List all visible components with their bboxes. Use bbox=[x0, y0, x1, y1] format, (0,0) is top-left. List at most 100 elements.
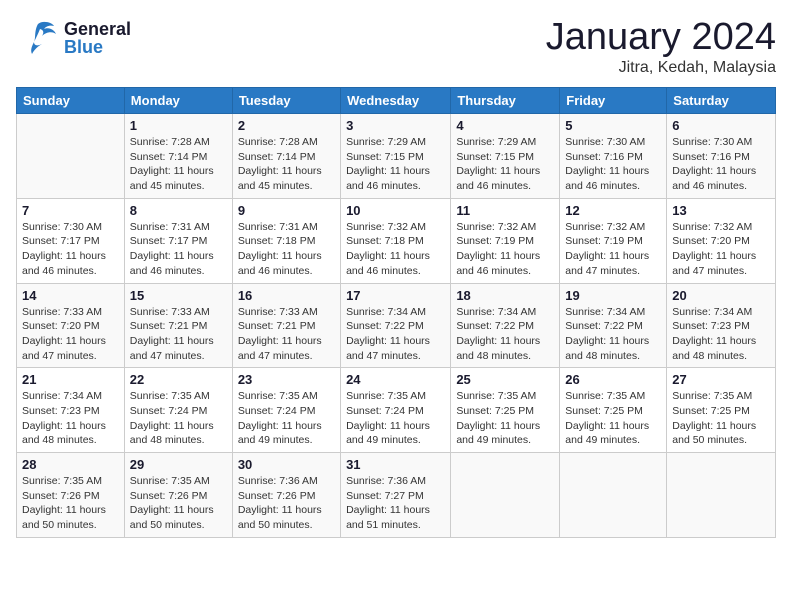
calendar-table: SundayMondayTuesdayWednesdayThursdayFrid… bbox=[16, 87, 776, 538]
day-number: 16 bbox=[238, 288, 335, 303]
day-number: 13 bbox=[672, 203, 770, 218]
day-header-monday: Monday bbox=[124, 88, 232, 114]
day-number: 26 bbox=[565, 372, 661, 387]
day-number: 24 bbox=[346, 372, 445, 387]
day-header-thursday: Thursday bbox=[451, 88, 560, 114]
day-info: Sunrise: 7:35 AM Sunset: 7:25 PM Dayligh… bbox=[456, 389, 554, 448]
calendar-cell: 28 Sunrise: 7:35 AM Sunset: 7:26 PM Dayli… bbox=[17, 453, 125, 538]
logo: General Blue bbox=[16, 16, 131, 60]
calendar-cell: 9 Sunrise: 7:31 AM Sunset: 7:18 PM Daylig… bbox=[232, 198, 340, 283]
calendar-cell: 8 Sunrise: 7:31 AM Sunset: 7:17 PM Daylig… bbox=[124, 198, 232, 283]
day-info: Sunrise: 7:32 AM Sunset: 7:20 PM Dayligh… bbox=[672, 220, 770, 279]
day-number: 2 bbox=[238, 118, 335, 133]
day-info: Sunrise: 7:31 AM Sunset: 7:18 PM Dayligh… bbox=[238, 220, 335, 279]
calendar-cell: 1Sunrise: 7:28 AM Sunset: 7:14 PM Daylig… bbox=[124, 114, 232, 199]
logo-text: General Blue bbox=[64, 20, 131, 56]
calendar-cell: 24 Sunrise: 7:35 AM Sunset: 7:24 PM Dayli… bbox=[341, 368, 451, 453]
calendar-cell: 25 Sunrise: 7:35 AM Sunset: 7:25 PM Dayli… bbox=[451, 368, 560, 453]
day-number: 20 bbox=[672, 288, 770, 303]
day-info: Sunrise: 7:35 AM Sunset: 7:26 PM Dayligh… bbox=[22, 474, 119, 533]
day-info: Sunrise: 7:36 AM Sunset: 7:26 PM Dayligh… bbox=[238, 474, 335, 533]
calendar-cell: 14Sunrise: 7:33 AM Sunset: 7:20 PM Dayli… bbox=[17, 283, 125, 368]
day-number: 9 bbox=[238, 203, 335, 218]
calendar-cell: 20 Sunrise: 7:34 AM Sunset: 7:23 PM Dayli… bbox=[667, 283, 776, 368]
day-info: Sunrise: 7:30 AM Sunset: 7:16 PM Dayligh… bbox=[565, 135, 661, 194]
calendar-cell: 27 Sunrise: 7:35 AM Sunset: 7:25 PM Dayli… bbox=[667, 368, 776, 453]
calendar-cell: 13 Sunrise: 7:32 AM Sunset: 7:20 PM Dayli… bbox=[667, 198, 776, 283]
day-info: Sunrise: 7:31 AM Sunset: 7:17 PM Dayligh… bbox=[130, 220, 227, 279]
day-number: 28 bbox=[22, 457, 119, 472]
calendar-cell: 30 Sunrise: 7:36 AM Sunset: 7:26 PM Dayli… bbox=[232, 453, 340, 538]
calendar-cell: 6Sunrise: 7:30 AM Sunset: 7:16 PM Daylig… bbox=[667, 114, 776, 199]
calendar-cell: 10 Sunrise: 7:32 AM Sunset: 7:18 PM Dayli… bbox=[341, 198, 451, 283]
day-number: 29 bbox=[130, 457, 227, 472]
calendar-cell: 11 Sunrise: 7:32 AM Sunset: 7:19 PM Dayli… bbox=[451, 198, 560, 283]
day-info: Sunrise: 7:34 AM Sunset: 7:22 PM Dayligh… bbox=[456, 305, 554, 364]
day-info: Sunrise: 7:35 AM Sunset: 7:24 PM Dayligh… bbox=[346, 389, 445, 448]
calendar-cell: 4 Sunrise: 7:29 AM Sunset: 7:15 PM Daylig… bbox=[451, 114, 560, 199]
calendar-week-row: 28 Sunrise: 7:35 AM Sunset: 7:26 PM Dayli… bbox=[17, 453, 776, 538]
calendar-cell: 23Sunrise: 7:35 AM Sunset: 7:24 PM Dayli… bbox=[232, 368, 340, 453]
day-number: 25 bbox=[456, 372, 554, 387]
day-info: Sunrise: 7:32 AM Sunset: 7:19 PM Dayligh… bbox=[565, 220, 661, 279]
day-number: 17 bbox=[346, 288, 445, 303]
day-info: Sunrise: 7:35 AM Sunset: 7:25 PM Dayligh… bbox=[565, 389, 661, 448]
day-number: 1 bbox=[130, 118, 227, 133]
day-number: 8 bbox=[130, 203, 227, 218]
location-title: Jitra, Kedah, Malaysia bbox=[546, 59, 776, 77]
day-number: 10 bbox=[346, 203, 445, 218]
day-number: 21 bbox=[22, 372, 119, 387]
day-info: Sunrise: 7:34 AM Sunset: 7:22 PM Dayligh… bbox=[565, 305, 661, 364]
calendar-cell: 26 Sunrise: 7:35 AM Sunset: 7:25 PM Dayli… bbox=[560, 368, 667, 453]
day-header-tuesday: Tuesday bbox=[232, 88, 340, 114]
day-number: 31 bbox=[346, 457, 445, 472]
day-info: Sunrise: 7:36 AM Sunset: 7:27 PM Dayligh… bbox=[346, 474, 445, 533]
day-number: 12 bbox=[565, 203, 661, 218]
day-info: Sunrise: 7:33 AM Sunset: 7:21 PM Dayligh… bbox=[130, 305, 227, 364]
day-info: Sunrise: 7:32 AM Sunset: 7:19 PM Dayligh… bbox=[456, 220, 554, 279]
calendar-cell: 29 Sunrise: 7:35 AM Sunset: 7:26 PM Dayli… bbox=[124, 453, 232, 538]
day-info: Sunrise: 7:30 AM Sunset: 7:16 PM Dayligh… bbox=[672, 135, 770, 194]
logo-general-text: General bbox=[64, 20, 131, 38]
day-info: Sunrise: 7:34 AM Sunset: 7:23 PM Dayligh… bbox=[672, 305, 770, 364]
day-number: 15 bbox=[130, 288, 227, 303]
logo-icon bbox=[16, 16, 60, 60]
day-info: Sunrise: 7:34 AM Sunset: 7:23 PM Dayligh… bbox=[22, 389, 119, 448]
calendar-cell bbox=[560, 453, 667, 538]
day-number: 14 bbox=[22, 288, 119, 303]
day-number: 27 bbox=[672, 372, 770, 387]
logo-blue-text: Blue bbox=[64, 38, 131, 56]
calendar-cell: 7 Sunrise: 7:30 AM Sunset: 7:17 PM Daylig… bbox=[17, 198, 125, 283]
day-number: 18 bbox=[456, 288, 554, 303]
calendar-week-row: 1Sunrise: 7:28 AM Sunset: 7:14 PM Daylig… bbox=[17, 114, 776, 199]
calendar-week-row: 21 Sunrise: 7:34 AM Sunset: 7:23 PM Dayli… bbox=[17, 368, 776, 453]
calendar-cell: 21 Sunrise: 7:34 AM Sunset: 7:23 PM Dayli… bbox=[17, 368, 125, 453]
calendar-week-row: 7 Sunrise: 7:30 AM Sunset: 7:17 PM Daylig… bbox=[17, 198, 776, 283]
day-header-wednesday: Wednesday bbox=[341, 88, 451, 114]
day-info: Sunrise: 7:30 AM Sunset: 7:17 PM Dayligh… bbox=[22, 220, 119, 279]
day-header-saturday: Saturday bbox=[667, 88, 776, 114]
day-info: Sunrise: 7:29 AM Sunset: 7:15 PM Dayligh… bbox=[346, 135, 445, 194]
calendar-cell: 5Sunrise: 7:30 AM Sunset: 7:16 PM Daylig… bbox=[560, 114, 667, 199]
calendar-cell: 17Sunrise: 7:34 AM Sunset: 7:22 PM Dayli… bbox=[341, 283, 451, 368]
day-number: 19 bbox=[565, 288, 661, 303]
day-info: Sunrise: 7:35 AM Sunset: 7:26 PM Dayligh… bbox=[130, 474, 227, 533]
calendar-cell: 22Sunrise: 7:35 AM Sunset: 7:24 PM Dayli… bbox=[124, 368, 232, 453]
day-number: 11 bbox=[456, 203, 554, 218]
day-info: Sunrise: 7:35 AM Sunset: 7:25 PM Dayligh… bbox=[672, 389, 770, 448]
day-number: 7 bbox=[22, 203, 119, 218]
calendar-cell: 18 Sunrise: 7:34 AM Sunset: 7:22 PM Dayli… bbox=[451, 283, 560, 368]
day-number: 3 bbox=[346, 118, 445, 133]
calendar-cell bbox=[667, 453, 776, 538]
calendar-cell: 19 Sunrise: 7:34 AM Sunset: 7:22 PM Dayli… bbox=[560, 283, 667, 368]
calendar-week-row: 14Sunrise: 7:33 AM Sunset: 7:20 PM Dayli… bbox=[17, 283, 776, 368]
day-info: Sunrise: 7:29 AM Sunset: 7:15 PM Dayligh… bbox=[456, 135, 554, 194]
day-number: 30 bbox=[238, 457, 335, 472]
calendar-cell: 2Sunrise: 7:28 AM Sunset: 7:14 PM Daylig… bbox=[232, 114, 340, 199]
calendar-cell: 15 Sunrise: 7:33 AM Sunset: 7:21 PM Dayli… bbox=[124, 283, 232, 368]
day-number: 22 bbox=[130, 372, 227, 387]
day-number: 4 bbox=[456, 118, 554, 133]
calendar-cell: 3 Sunrise: 7:29 AM Sunset: 7:15 PM Daylig… bbox=[341, 114, 451, 199]
calendar-header-row: SundayMondayTuesdayWednesdayThursdayFrid… bbox=[17, 88, 776, 114]
day-info: Sunrise: 7:32 AM Sunset: 7:18 PM Dayligh… bbox=[346, 220, 445, 279]
